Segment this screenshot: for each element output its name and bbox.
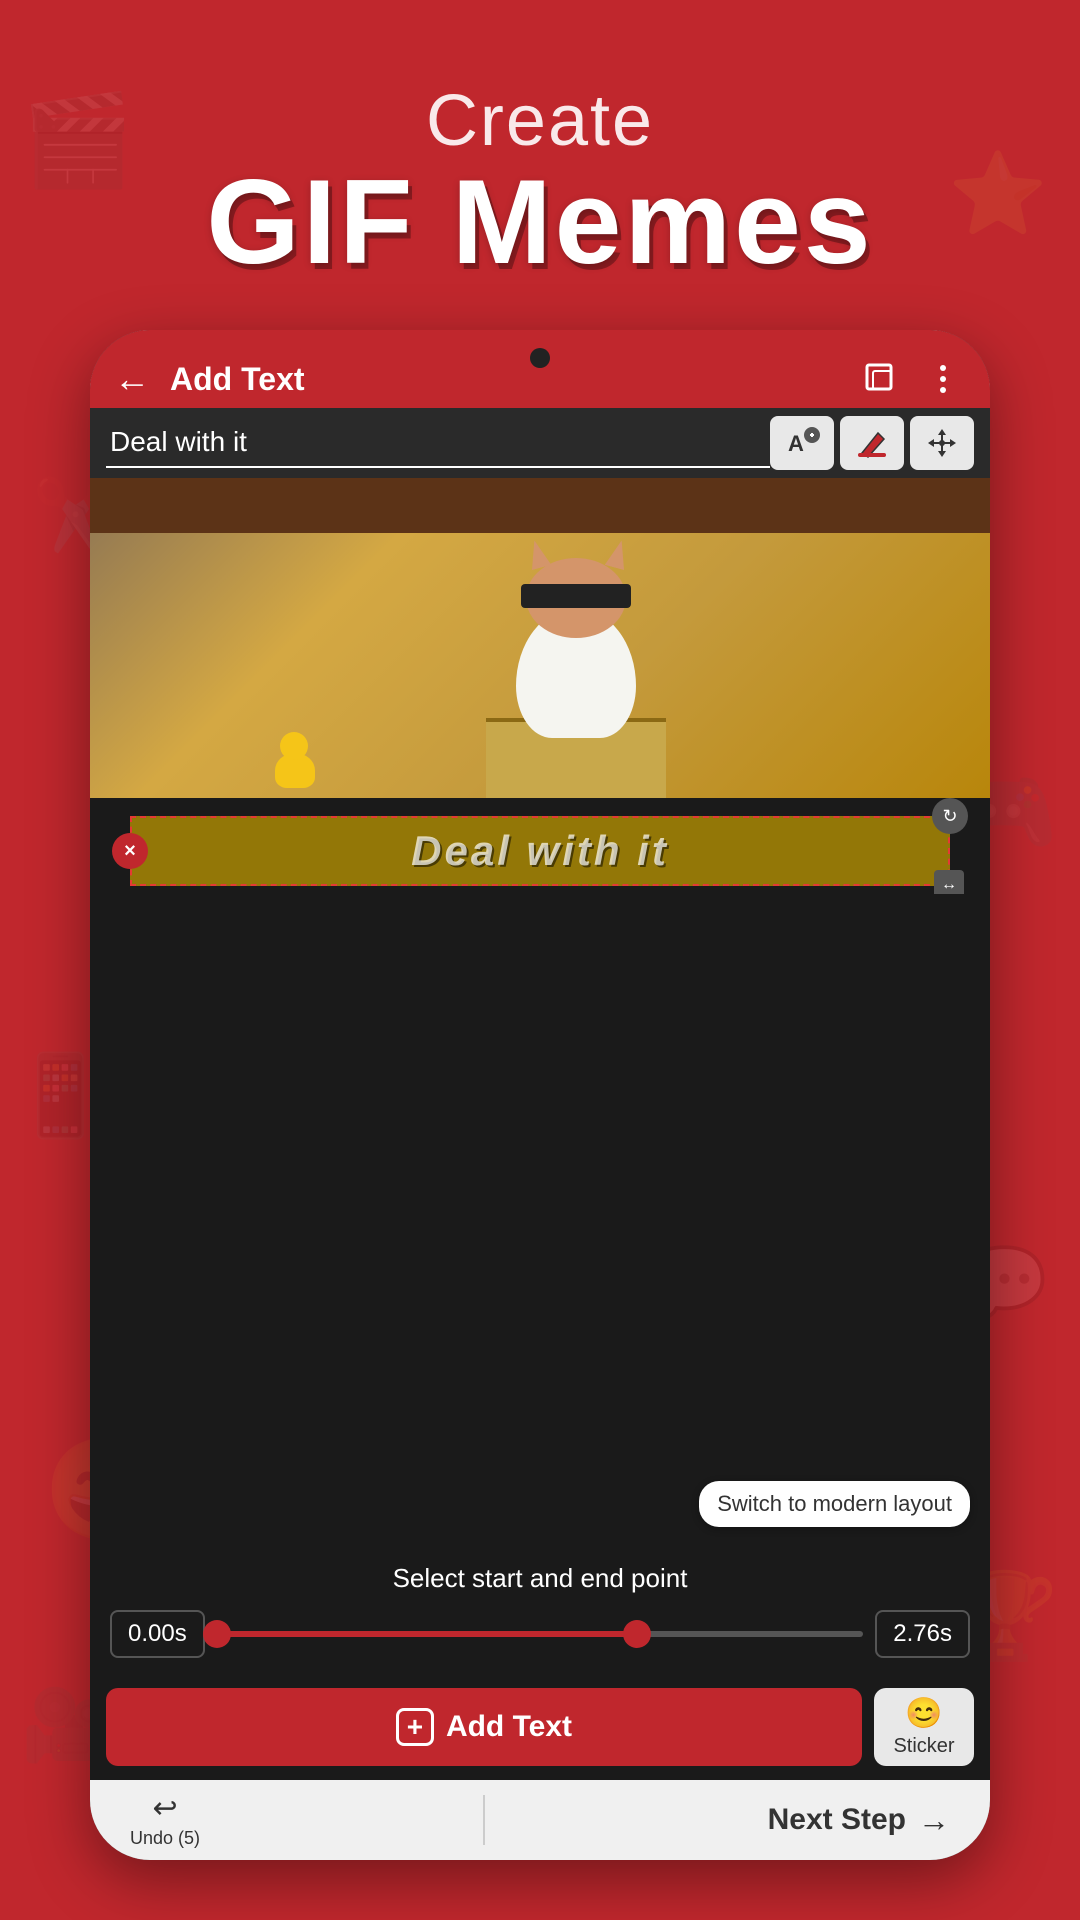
top-bar: ← Add Text bbox=[90, 330, 990, 408]
sticker-button[interactable]: 😊 Sticker bbox=[874, 1688, 974, 1766]
text-input-area: A bbox=[90, 408, 990, 478]
undo-button[interactable]: ↩ Undo (5) bbox=[130, 1791, 200, 1849]
more-icon bbox=[940, 365, 946, 393]
create-label: Create bbox=[0, 80, 1080, 162]
action-buttons: + Add Text 😊 Sticker bbox=[90, 1674, 990, 1780]
more-options-button[interactable] bbox=[920, 356, 966, 402]
svg-text:A: A bbox=[788, 431, 804, 456]
text-overlay-selected[interactable]: × ↻ Deal with it ↔ bbox=[130, 816, 950, 886]
header-section: Create GIF Memes bbox=[0, 80, 1080, 282]
add-text-icon: + bbox=[396, 1708, 434, 1746]
text-tool-buttons: A bbox=[770, 416, 974, 470]
undo-label: Undo (5) bbox=[130, 1828, 200, 1849]
next-step-button[interactable]: Next Step → bbox=[768, 1802, 950, 1839]
timeline-label: Select start and end point bbox=[110, 1563, 970, 1594]
fill-color-button[interactable] bbox=[840, 416, 904, 470]
timeline-area: Select start and end point 0.00s 2.76s bbox=[90, 1547, 990, 1674]
rotate-handle[interactable]: ↻ bbox=[932, 798, 968, 834]
text-input[interactable] bbox=[106, 418, 770, 468]
slider-fill bbox=[217, 1631, 637, 1637]
undo-icon: ↩ bbox=[152, 1791, 177, 1826]
font-settings-button[interactable]: A bbox=[770, 416, 834, 470]
gif-image bbox=[90, 478, 990, 798]
page-title: Add Text bbox=[170, 361, 858, 398]
end-time: 2.76s bbox=[875, 1610, 970, 1658]
overlay-text: Deal with it bbox=[411, 827, 669, 875]
gif-memes-label: GIF Memes bbox=[0, 162, 1080, 282]
gif-preview bbox=[90, 478, 990, 798]
back-button[interactable]: ← bbox=[114, 358, 150, 400]
slider-thumb-right[interactable] bbox=[623, 1620, 651, 1648]
switch-layout-button[interactable]: Switch to modern layout bbox=[699, 1481, 970, 1527]
dark-content-area: Switch to modern layout bbox=[90, 894, 990, 1547]
move-button[interactable] bbox=[910, 416, 974, 470]
camera-dot bbox=[530, 348, 550, 368]
add-text-button[interactable]: + Add Text bbox=[106, 1688, 862, 1766]
sticker-label: Sticker bbox=[893, 1735, 954, 1758]
next-step-label: Next Step bbox=[768, 1803, 906, 1837]
square-frame-button[interactable] bbox=[858, 356, 904, 402]
nav-divider bbox=[483, 1795, 485, 1845]
next-arrow-icon: → bbox=[918, 1802, 950, 1839]
sticker-icon: 😊 bbox=[905, 1696, 942, 1731]
phone-inner: ← Add Text bbox=[90, 330, 990, 1860]
text-overlay-container: × ↻ Deal with it ↔ bbox=[90, 798, 990, 894]
phone-shell: ← Add Text bbox=[90, 330, 990, 1860]
timeline-slider[interactable] bbox=[217, 1631, 864, 1637]
slider-thumb-left[interactable] bbox=[203, 1620, 231, 1648]
top-icons bbox=[858, 356, 966, 402]
add-text-label: Add Text bbox=[446, 1710, 572, 1744]
delete-handle[interactable]: × bbox=[112, 833, 148, 869]
start-time: 0.00s bbox=[110, 1610, 205, 1658]
bottom-nav: ↩ Undo (5) Next Step → bbox=[90, 1780, 990, 1860]
timeline-row: 0.00s 2.76s bbox=[110, 1610, 970, 1658]
